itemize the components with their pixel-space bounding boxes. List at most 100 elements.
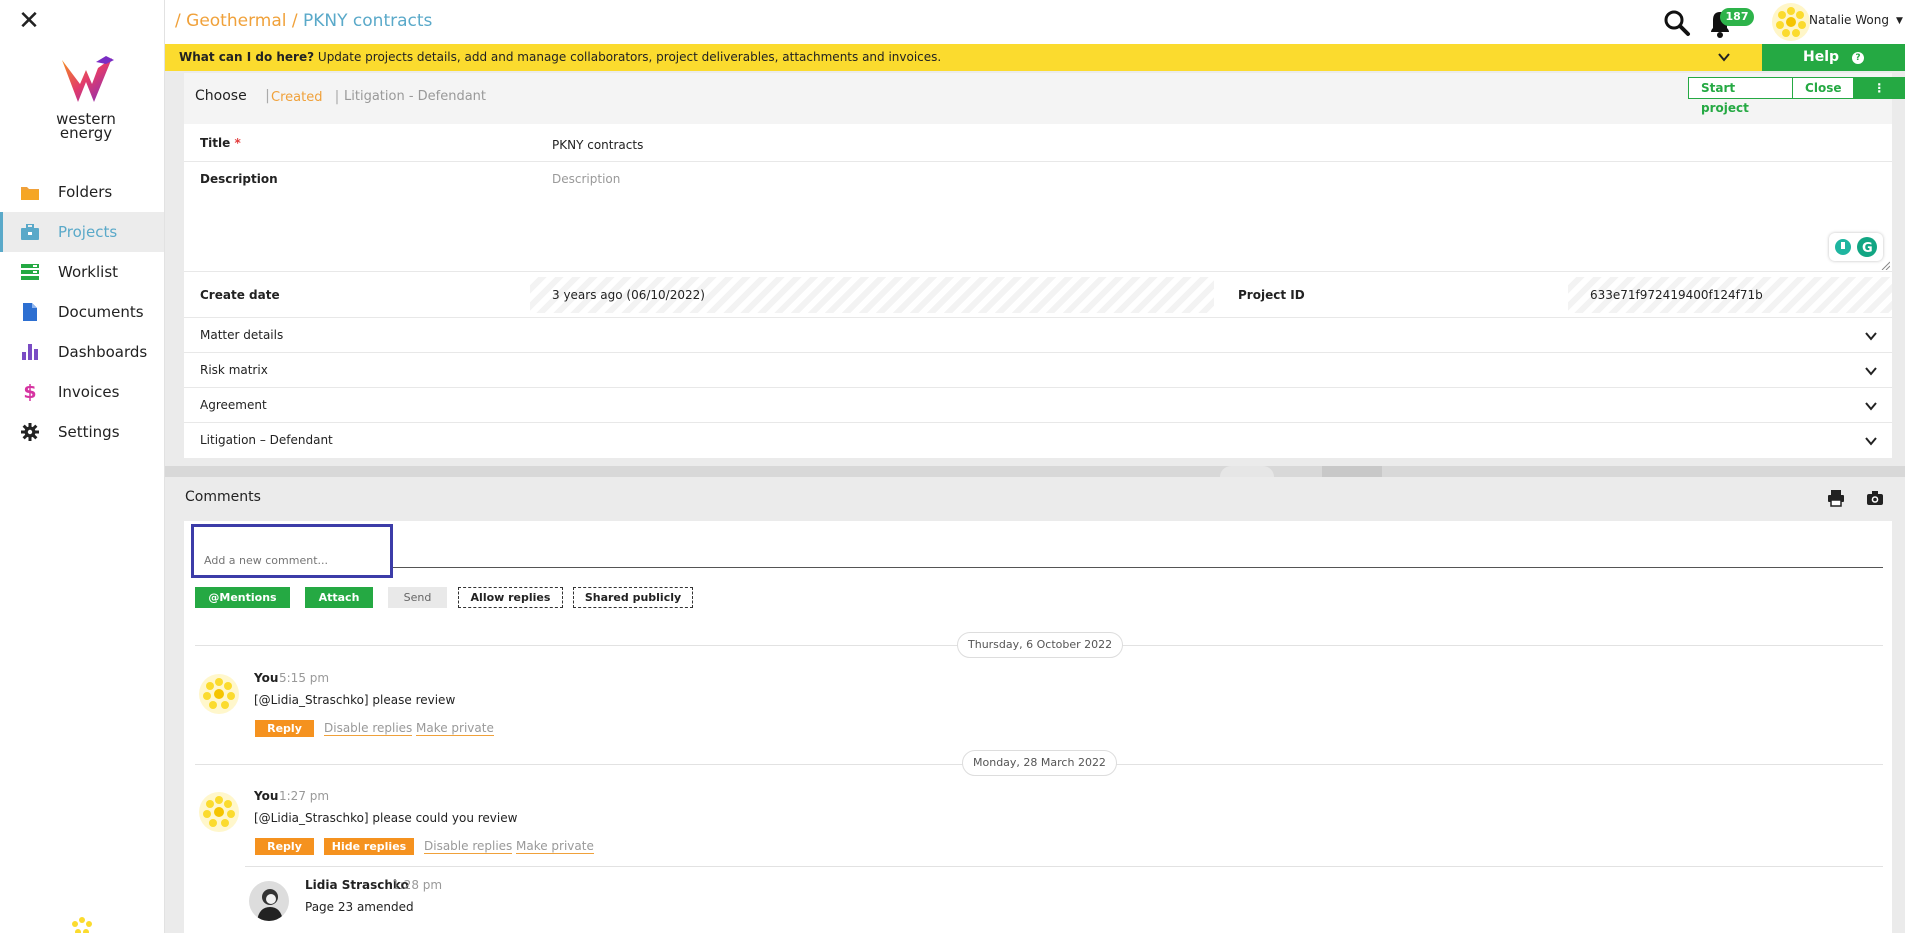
status-separator: | (334, 89, 340, 105)
sidebar-item-label: Settings (58, 423, 120, 441)
title-row: Title * PKNY contracts (184, 124, 1892, 162)
close-icon[interactable]: ✕ (16, 8, 42, 34)
description-row: Description Description (184, 162, 1892, 272)
help-button[interactable]: Help ? (1762, 44, 1905, 71)
chevron-down-icon (1865, 367, 1877, 376)
accordion-label: Matter details (200, 328, 284, 342)
sidebar-item-label: Documents (58, 303, 144, 321)
sidebar-item-worklist[interactable]: Worklist (0, 252, 164, 292)
chevron-down-icon[interactable]: ▼ (1896, 16, 1903, 26)
camera-icon[interactable] (1866, 489, 1884, 507)
breadcrumb-separator: / (291, 11, 298, 31)
breadcrumb-parent[interactable]: Geothermal (186, 11, 286, 31)
project-actions: Start project Close ⋮ (1688, 77, 1905, 115)
reply-button[interactable]: Reply (255, 720, 314, 737)
comment-avatar (199, 674, 239, 714)
briefcase-icon (20, 222, 40, 242)
dollar-icon: $ (23, 381, 37, 403)
splitter-handle[interactable] (1220, 466, 1274, 477)
day-label: Monday, 28 March 2022 (962, 750, 1117, 776)
comment-author: You (254, 789, 279, 803)
send-button[interactable]: Send (388, 587, 447, 608)
bar-chart-icon (20, 342, 40, 362)
user-name[interactable]: Natalie Wong (1809, 13, 1889, 27)
create-date-label: Create date (200, 288, 280, 302)
description-label: Description (200, 172, 278, 186)
reply-avatar (249, 881, 289, 921)
help-banner: What can I do here? Update projects deta… (165, 44, 1762, 71)
status-created[interactable]: Created | (271, 89, 339, 105)
status-separator: | (265, 88, 270, 104)
writing-assistant-widget[interactable]: G (1829, 233, 1883, 261)
question-circle-icon: ? (1851, 52, 1864, 64)
chevron-down-icon[interactable] (1716, 49, 1732, 65)
print-icon[interactable] (1827, 489, 1845, 507)
gear-icon (20, 422, 40, 442)
accordion-agreement[interactable]: Agreement (184, 387, 1892, 422)
svg-text:G: G (1862, 241, 1873, 256)
chevron-down-icon (1865, 332, 1877, 341)
search-icon[interactable] (1663, 9, 1691, 37)
start-project-button[interactable]: Start project (1689, 78, 1794, 115)
sidebar-item-projects[interactable]: Projects (0, 212, 164, 252)
resize-grip-icon[interactable] (1880, 260, 1890, 270)
disable-replies-link[interactable]: Disable replies (324, 721, 413, 736)
accordion-litigation-defendant[interactable]: Litigation – Defendant (184, 422, 1892, 457)
required-mark: * (234, 136, 241, 150)
mentions-button[interactable]: @Mentions (195, 587, 290, 608)
comment-input[interactable] (191, 524, 393, 578)
make-private-link[interactable]: Make private (516, 839, 594, 854)
title-field[interactable]: PKNY contracts (552, 138, 643, 152)
reply-text: Page 23 amended (305, 900, 414, 914)
hide-replies-button[interactable]: Hide replies (324, 838, 414, 855)
input-underline (393, 567, 1883, 568)
comments-header (165, 477, 1905, 521)
project-id-label-cell: Project ID (1222, 277, 1568, 313)
project-id-label: Project ID (1238, 288, 1305, 302)
sidebar-item-folders[interactable]: Folders (0, 172, 164, 212)
flower-icon (70, 916, 94, 933)
worklist-icon (20, 262, 40, 282)
comment-time: 1:27 pm (279, 789, 330, 803)
sidebar-item-invoices[interactable]: $ Invoices (0, 372, 164, 412)
comment-author: You (254, 671, 279, 685)
sidebar-item-label: Folders (58, 183, 113, 201)
shared-publicly-toggle[interactable]: Shared publicly (573, 587, 693, 608)
logo-mark-icon (62, 56, 114, 102)
status-created-text: Created (271, 90, 323, 105)
status-choose-label: Choose | (195, 88, 270, 104)
sidebar-item-settings[interactable]: Settings (0, 412, 164, 452)
chevron-down-icon (1865, 402, 1877, 411)
more-options-icon[interactable]: ⋮ (1854, 78, 1904, 98)
accordion-label: Agreement (200, 398, 267, 412)
chevron-down-icon (1865, 437, 1877, 446)
disable-replies-link[interactable]: Disable replies (424, 839, 513, 854)
accordion-matter-details[interactable]: Matter details (184, 317, 1892, 352)
description-field[interactable]: Description (552, 172, 620, 186)
attach-button[interactable]: Attach (305, 587, 373, 608)
sidebar-item-dashboards[interactable]: Dashboards (0, 332, 164, 372)
comment-text: [@Lidia_Straschko] please review (254, 693, 456, 707)
accordion-label: Litigation – Defendant (200, 433, 333, 447)
company-logo[interactable]: western energy (48, 54, 124, 144)
help-banner-text: Update projects details, add and manage … (317, 50, 942, 64)
make-private-link[interactable]: Make private (416, 721, 494, 736)
project-id-value: 633e71f972419400f124f71b (1590, 288, 1763, 302)
accordion-risk-matrix[interactable]: Risk matrix (184, 352, 1892, 387)
sidebar-item-label: Projects (58, 223, 118, 241)
accordion-label: Risk matrix (200, 363, 268, 377)
comment-time: 5:15 pm (279, 671, 330, 685)
document-icon (20, 302, 40, 322)
help-button-label: Help (1803, 49, 1840, 65)
allow-replies-toggle[interactable]: Allow replies (458, 587, 563, 608)
close-button[interactable]: Close (1793, 78, 1855, 98)
user-avatar[interactable] (1772, 3, 1810, 41)
panel-splitter[interactable] (165, 466, 1905, 477)
create-date-label-cell: Create date (184, 277, 530, 313)
reply-button[interactable]: Reply (255, 838, 314, 855)
breadcrumb-current: PKNY contracts (303, 11, 433, 31)
sidebar: ✕ western energy Folders Projects Workli… (0, 0, 165, 933)
splitter-handle[interactable] (1322, 466, 1382, 477)
status-litigation-defendant[interactable]: Litigation - Defendant (344, 89, 486, 104)
sidebar-item-documents[interactable]: Documents (0, 292, 164, 332)
